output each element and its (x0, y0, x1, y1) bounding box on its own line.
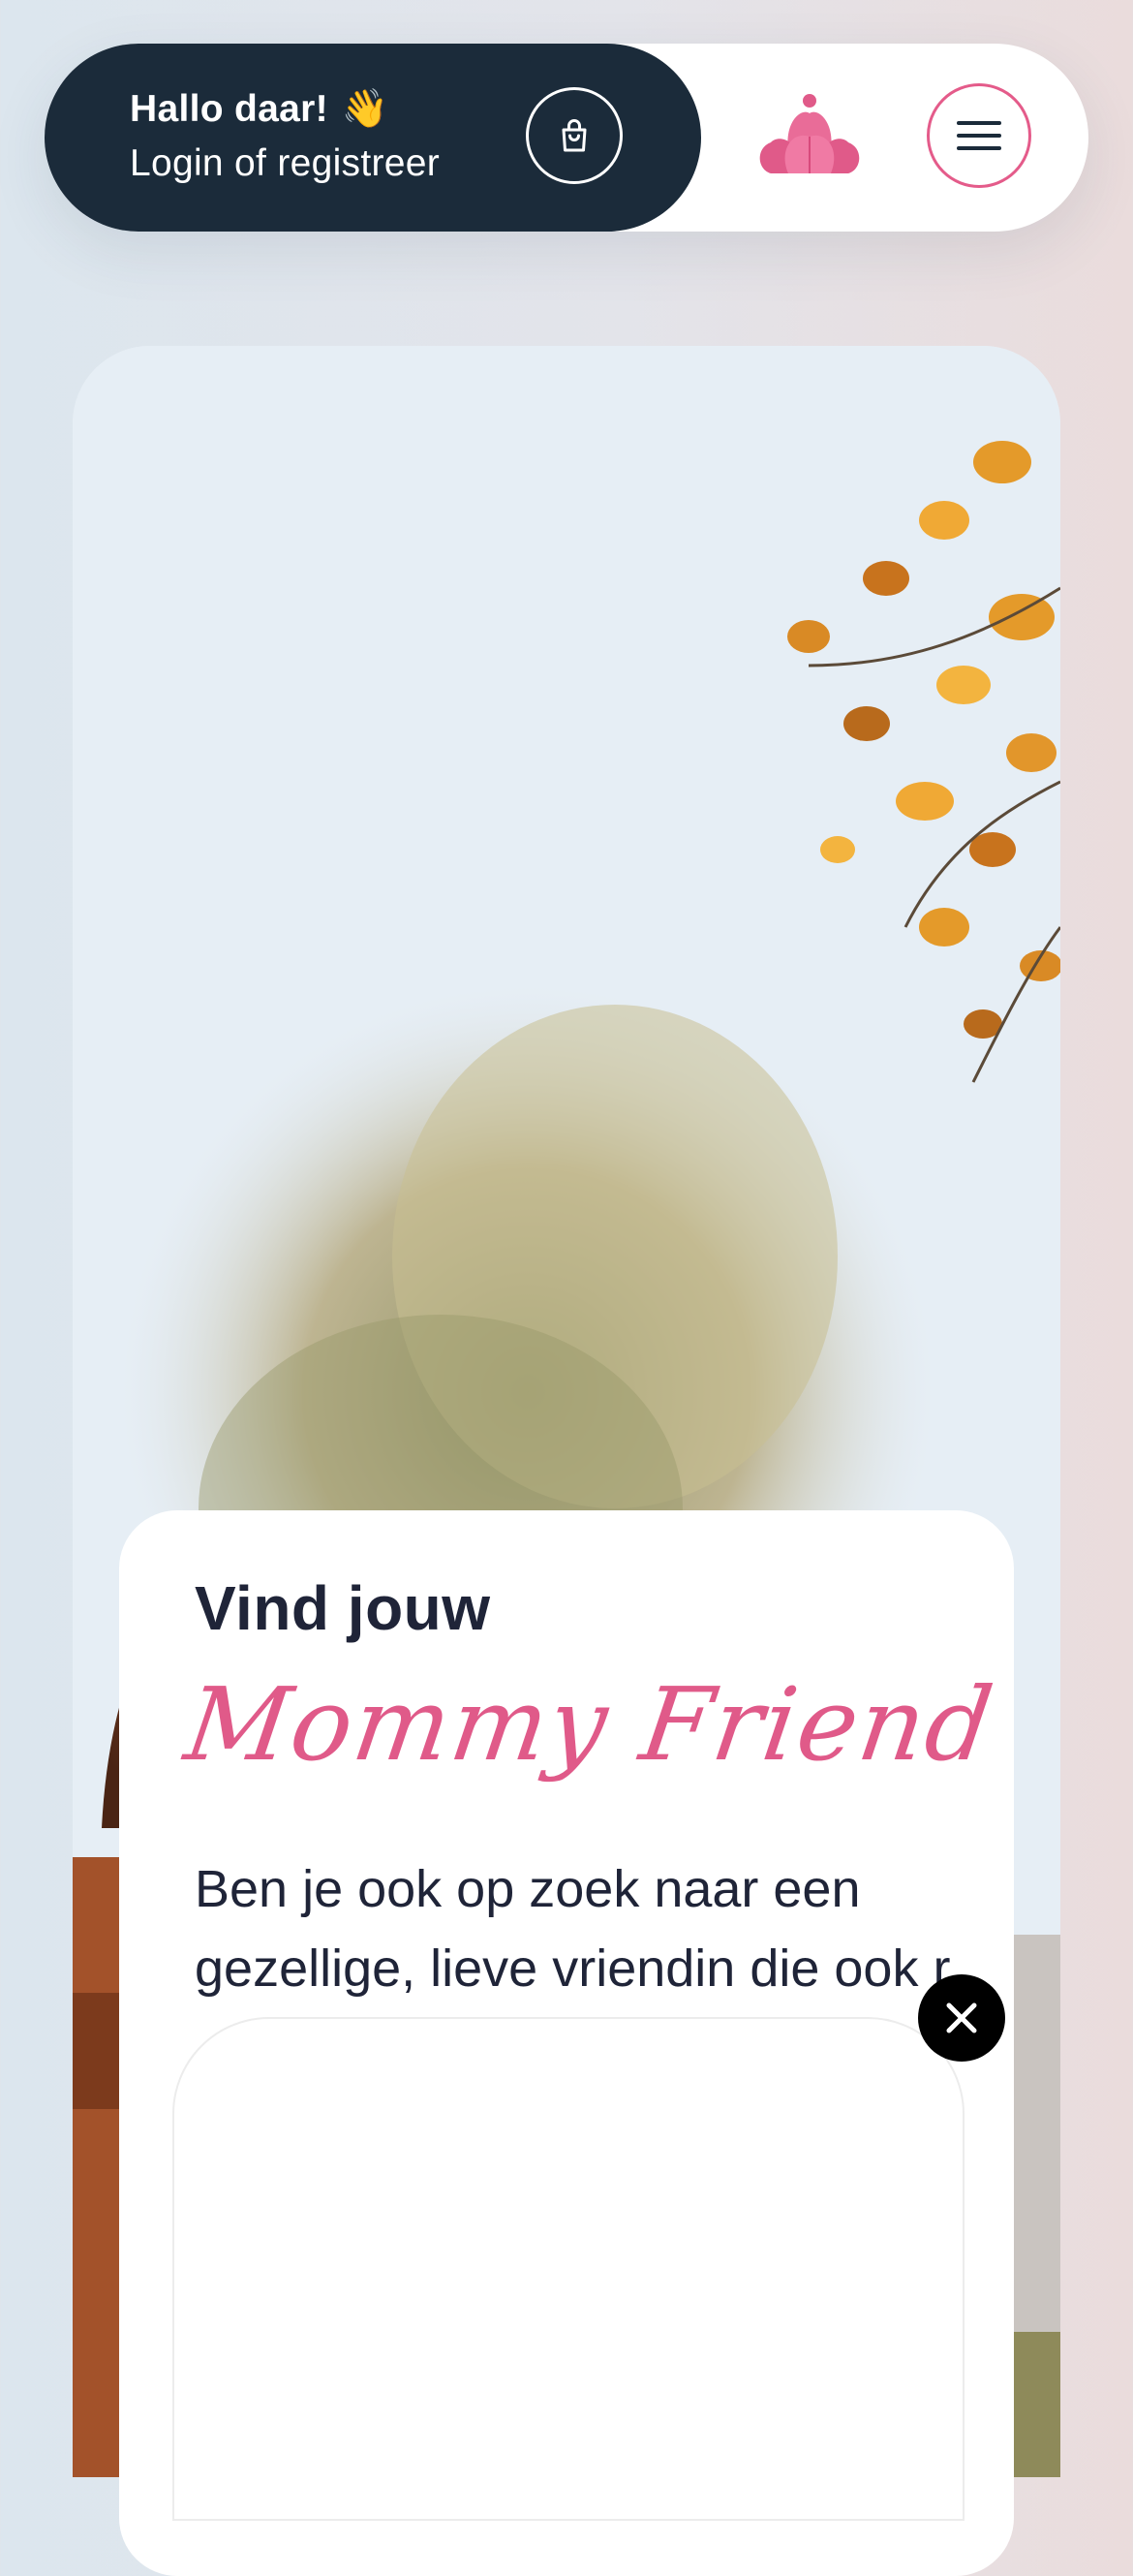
close-icon (946, 2002, 977, 2033)
intro-paragraph: Ben je ook op zoek naar een gezellige, l… (195, 1860, 951, 1998)
wave-emoji-icon: 👋 (341, 88, 389, 130)
intro-heading: Vind jouw (195, 1573, 491, 1643)
greeting-text: Hallo daar! 👋 (130, 86, 389, 131)
hamburger-line (957, 146, 1001, 150)
hamburger-line (957, 134, 1001, 138)
hamburger-menu-icon (957, 121, 1001, 125)
popup-panel[interactable] (172, 2017, 965, 2521)
menu-button[interactable] (927, 83, 1031, 188)
greeting-label: Hallo daar! (130, 88, 328, 130)
shopping-bag-icon (562, 119, 587, 152)
lotus-logo-icon[interactable] (750, 92, 870, 179)
site-header: Hallo daar! 👋 Login of registreer (45, 44, 1088, 232)
intro-script-heading: Mommy Friend (178, 1665, 1001, 1784)
popup-close-button[interactable] (918, 1974, 1005, 2062)
cart-button[interactable] (526, 87, 623, 184)
login-register-link[interactable]: Login of registreer (130, 142, 440, 185)
account-panel[interactable]: Hallo daar! 👋 Login of registreer (45, 44, 701, 232)
